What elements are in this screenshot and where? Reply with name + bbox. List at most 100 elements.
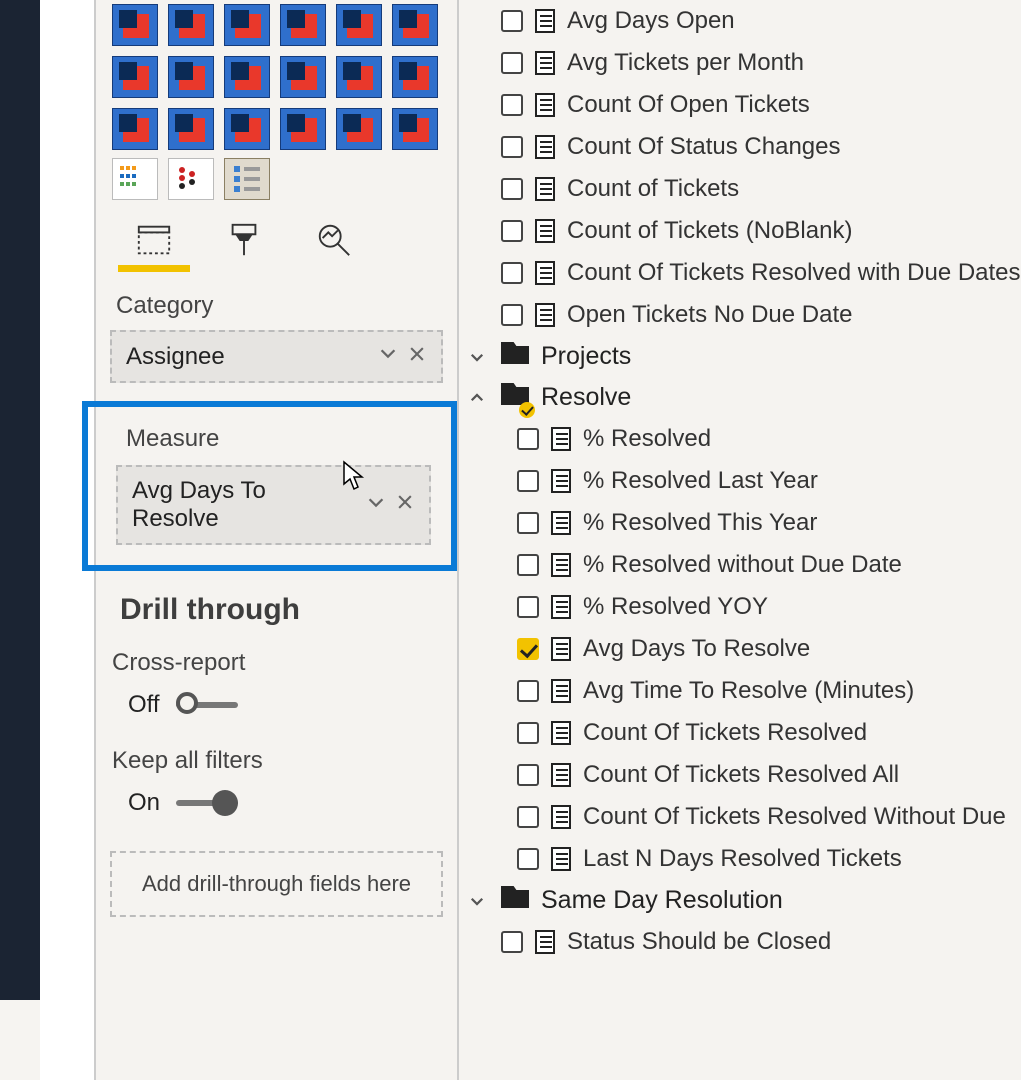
field-item[interactable]: % Resolved This Year (459, 502, 1021, 544)
field-checkbox[interactable] (501, 52, 523, 74)
table-item[interactable]: Same Day Resolution (459, 880, 1021, 921)
field-item[interactable]: % Resolved without Due Date (459, 544, 1021, 586)
folder-icon (501, 886, 529, 908)
custom-visual-icon[interactable] (168, 4, 214, 46)
field-checkbox[interactable] (501, 94, 523, 116)
field-checkbox[interactable] (501, 931, 523, 953)
custom-visual-icon[interactable] (280, 56, 326, 98)
measure-icon (535, 135, 555, 159)
measure-icon (535, 261, 555, 285)
left-dark-strip (0, 0, 40, 1000)
field-checkbox[interactable] (517, 470, 539, 492)
drill-through-heading: Drill through (96, 571, 457, 635)
field-item[interactable]: Last N Days Resolved Tickets (459, 838, 1021, 880)
field-checkbox[interactable] (517, 428, 539, 450)
cross-report-toggle[interactable] (176, 692, 238, 718)
field-item[interactable]: Count Of Tickets Resolved with Due Dates (459, 252, 1021, 294)
custom-visual-icon[interactable] (280, 108, 326, 150)
field-item[interactable]: Count Of Tickets Resolved All (459, 754, 1021, 796)
custom-visual-icon[interactable] (336, 4, 382, 46)
field-checkbox[interactable] (501, 262, 523, 284)
measure-section-label: Measure (96, 419, 443, 465)
field-item[interactable]: Open Tickets No Due Date (459, 294, 1021, 336)
measure-icon (551, 469, 571, 493)
remove-measure-icon[interactable] (395, 491, 415, 519)
field-item[interactable]: Count Of Tickets Resolved Without Due (459, 796, 1021, 838)
field-label: Count Of Tickets Resolved with Due Dates (567, 259, 1021, 287)
field-item[interactable]: Count of Tickets (459, 168, 1021, 210)
chevron-up-icon[interactable] (465, 386, 489, 410)
measure-field-well[interactable]: Avg Days To Resolve (116, 465, 431, 545)
field-checkbox[interactable] (517, 806, 539, 828)
field-checkbox[interactable] (517, 554, 539, 576)
category-field-well[interactable]: Assignee (110, 330, 443, 383)
field-checkbox[interactable] (501, 178, 523, 200)
measure-icon (551, 595, 571, 619)
table-item[interactable]: Resolve (459, 377, 1021, 418)
table-label: Projects (541, 342, 631, 371)
custom-visual-icon[interactable] (112, 4, 158, 46)
chevron-down-icon[interactable] (465, 345, 489, 369)
chiclet-visual-icon[interactable] (112, 158, 158, 200)
table-item[interactable]: Projects (459, 336, 1021, 377)
custom-visual-icon[interactable] (392, 56, 438, 98)
chevron-down-icon[interactable] (377, 342, 399, 371)
field-item[interactable]: Avg Days Open (459, 0, 1021, 42)
custom-visual-icon[interactable] (112, 56, 158, 98)
field-item[interactable]: % Resolved YOY (459, 586, 1021, 628)
measure-highlight-box: Measure Avg Days To Resolve (82, 401, 457, 571)
field-checkbox[interactable] (517, 764, 539, 786)
custom-visual-icon[interactable] (392, 4, 438, 46)
custom-visual-icon[interactable] (336, 56, 382, 98)
field-item[interactable]: Count Of Status Changes (459, 126, 1021, 168)
field-item[interactable]: Avg Days To Resolve (459, 628, 1021, 670)
visualizations-pane: Category Assignee Measure Avg Days To Re… (94, 0, 459, 1080)
chevron-down-icon[interactable] (465, 889, 489, 913)
field-item[interactable]: Status Should be Closed (459, 921, 1021, 963)
field-checkbox[interactable] (517, 512, 539, 534)
field-item[interactable]: Count Of Tickets Resolved (459, 712, 1021, 754)
measure-icon (551, 763, 571, 787)
field-checkbox[interactable] (501, 136, 523, 158)
field-label: Count Of Tickets Resolved Without Due (583, 803, 1006, 831)
field-checkbox[interactable] (501, 220, 523, 242)
field-item[interactable]: Avg Tickets per Month (459, 42, 1021, 84)
field-checkbox[interactable] (517, 722, 539, 744)
measure-icon (535, 51, 555, 75)
custom-visual-icon[interactable] (280, 4, 326, 46)
field-checkbox[interactable] (517, 596, 539, 618)
field-item[interactable]: % Resolved Last Year (459, 460, 1021, 502)
table-label: Same Day Resolution (541, 886, 783, 915)
field-checkbox[interactable] (517, 848, 539, 870)
field-checkbox[interactable] (501, 10, 523, 32)
tab-format[interactable] (214, 218, 274, 262)
chevron-down-icon[interactable] (365, 491, 387, 520)
field-label: Avg Days To Resolve (583, 635, 810, 663)
measure-icon (551, 805, 571, 829)
stacked-dot-visual-icon[interactable] (168, 158, 214, 200)
custom-visual-icon[interactable] (224, 4, 270, 46)
custom-visual-icon[interactable] (336, 108, 382, 150)
custom-visual-icon[interactable] (224, 56, 270, 98)
custom-visual-icon[interactable] (168, 108, 214, 150)
keep-filters-toggle[interactable] (176, 790, 238, 816)
field-checkbox[interactable] (501, 304, 523, 326)
field-item[interactable]: Count Of Open Tickets (459, 84, 1021, 126)
custom-visual-icon[interactable] (224, 108, 270, 150)
field-item[interactable]: % Resolved (459, 418, 1021, 460)
field-item[interactable]: Avg Time To Resolve (Minutes) (459, 670, 1021, 712)
field-checkbox[interactable] (517, 638, 539, 660)
remove-category-icon[interactable] (407, 343, 427, 371)
custom-visual-icon[interactable] (392, 108, 438, 150)
field-checkbox[interactable] (517, 680, 539, 702)
field-item[interactable]: Count of Tickets (NoBlank) (459, 210, 1021, 252)
field-label: Avg Days Open (567, 7, 735, 35)
field-label: Open Tickets No Due Date (567, 301, 852, 329)
list-visual-icon[interactable] (224, 158, 270, 200)
tab-analytics[interactable] (304, 218, 364, 262)
custom-visual-icon[interactable] (112, 108, 158, 150)
custom-visual-icon[interactable] (168, 56, 214, 98)
tab-fields[interactable] (124, 218, 184, 262)
drillthrough-drop-zone[interactable]: Add drill-through fields here (110, 851, 443, 917)
field-label: % Resolved without Due Date (583, 551, 902, 579)
